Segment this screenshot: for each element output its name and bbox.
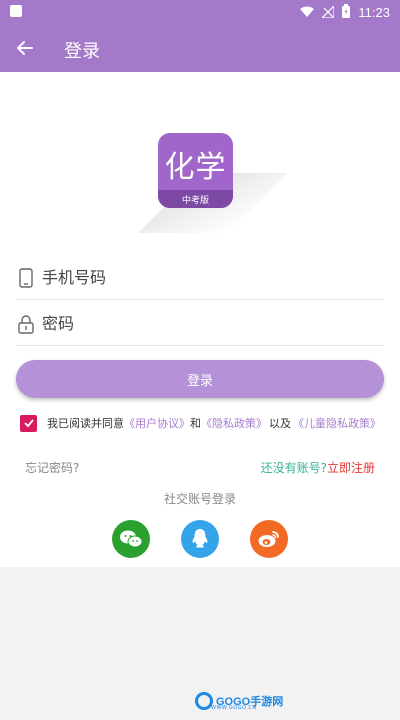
user-agreement-link[interactable]: 《用户协议》 <box>124 415 190 431</box>
notification-icon <box>10 5 22 17</box>
logo-tile: 化学 中考版 <box>158 133 233 208</box>
forgot-password-link[interactable]: 忘记密码? <box>25 459 79 476</box>
login-button[interactable]: 登录 <box>16 360 384 398</box>
qq-penguin-icon <box>192 529 208 548</box>
phone-icon <box>16 266 36 290</box>
phone-field <box>16 256 384 300</box>
checkmark-icon <box>23 419 34 428</box>
register-row: 还没有账号?立即注册 <box>261 459 375 476</box>
agreement-also: 以及 <box>269 417 291 430</box>
register-link[interactable]: 立即注册 <box>327 461 375 475</box>
logo-subtitle: 中考版 <box>181 196 209 206</box>
privacy-policy-link[interactable]: 《隐私政策》 <box>201 415 267 431</box>
weibo-icon <box>258 531 279 547</box>
status-icons: 11:23 <box>300 0 390 25</box>
battery-icon <box>342 3 351 22</box>
wifi-icon <box>300 3 315 22</box>
status-time: 11:23 <box>358 5 390 20</box>
agreement-and: 和 <box>190 417 201 430</box>
password-input[interactable] <box>42 314 362 333</box>
no-signal-icon <box>320 3 336 22</box>
lock-icon <box>16 312 36 336</box>
child-privacy-link[interactable]: 《儿童隐私政策》 <box>293 415 381 431</box>
social-login-title: 社交账号登录 <box>163 492 236 506</box>
wechat-icon <box>120 530 143 548</box>
password-field <box>16 302 384 346</box>
qq-login-button[interactable] <box>181 520 219 558</box>
no-account-text: 还没有账号? <box>260 461 327 475</box>
page-title: 登录 <box>64 41 100 62</box>
wechat-login-button[interactable] <box>112 520 150 558</box>
agreement-prefix: 我已阅读并同意 <box>47 417 124 430</box>
status-bar: 11:23 <box>0 0 400 25</box>
watermark-logo: GOGO手游网 WWW.GOGO.CN <box>195 690 283 712</box>
back-button[interactable] <box>12 35 38 61</box>
phone-input[interactable] <box>42 268 362 287</box>
weibo-login-button[interactable] <box>250 520 288 558</box>
toolbar: 登录 <box>0 25 400 72</box>
agreement-checkbox[interactable] <box>20 414 37 432</box>
logo-text: 化学 <box>164 150 227 185</box>
arrow-left-icon <box>17 41 33 55</box>
app-logo: 化学 中考版 <box>138 133 288 233</box>
watermark-subtext: WWW.GOGO.CN <box>211 705 257 711</box>
agreement-row: 我已阅读并同意 《用户协议》 和 《隐私政策》 以及 《儿童隐私政策》 <box>20 413 390 433</box>
